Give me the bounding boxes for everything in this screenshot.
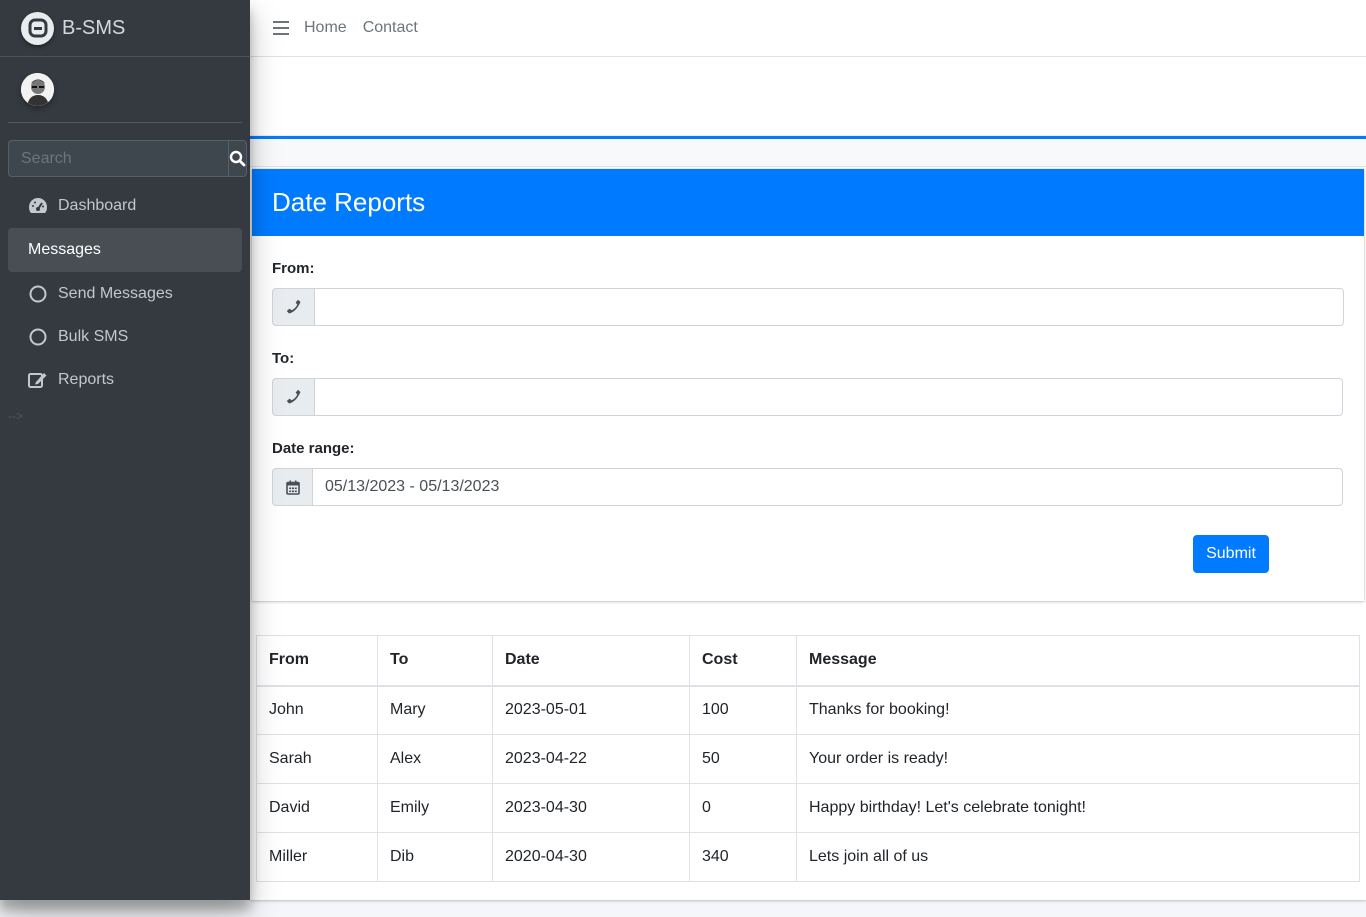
- to-label: To:: [272, 350, 295, 367]
- sidebar-item-dashboard[interactable]: Dashboard: [8, 184, 242, 228]
- cell-from: Miller: [256, 832, 378, 882]
- content-header: [250, 57, 1366, 137]
- sidebar-item-send-messages[interactable]: Send Messages: [8, 272, 242, 315]
- user-panel: [8, 57, 242, 123]
- nav-link-contact[interactable]: Contact: [363, 19, 418, 37]
- cell-to: Dib: [377, 832, 493, 882]
- nav-link-home[interactable]: Home: [304, 19, 347, 37]
- table-row: Miller Dib 2020-04-30 340 Lets join all …: [256, 832, 1360, 882]
- to-input-group: [272, 378, 1343, 416]
- date-range-label: Date range:: [272, 440, 355, 457]
- form-title: Date Reports: [252, 169, 1364, 236]
- report-card: Date Reports From: To: Date range: 05/13…: [250, 136, 1366, 900]
- column-header-date: Date: [492, 635, 690, 687]
- cell-to: Mary: [377, 685, 493, 735]
- circle-icon: [27, 283, 49, 305]
- cell-from: Sarah: [256, 734, 378, 784]
- column-header-cost: Cost: [689, 635, 797, 687]
- cell-message: Lets join all of us: [796, 832, 1360, 882]
- search-input[interactable]: [8, 140, 228, 177]
- column-header-to: To: [377, 635, 493, 687]
- sidebar-item-bulk-sms[interactable]: Bulk SMS: [8, 315, 242, 358]
- brand-link[interactable]: B-SMS: [0, 0, 250, 57]
- table-header-row: From To Date Cost Message: [256, 635, 1360, 687]
- dashboard-gauge-icon: [27, 195, 49, 217]
- cell-date: 2020-04-30: [492, 832, 690, 882]
- cell-from: John: [256, 685, 378, 735]
- column-header-message: Message: [796, 635, 1360, 687]
- cell-message: Thanks for booking!: [796, 685, 1360, 735]
- cell-cost: 340: [689, 832, 797, 882]
- stray-text: -->: [8, 409, 23, 423]
- sidebar-item-messages[interactable]: Messages: [8, 228, 242, 272]
- cell-to: Emily: [377, 783, 493, 833]
- sidebar-search: [8, 140, 247, 177]
- cell-message: Happy birthday! Let's celebrate tonight!: [796, 783, 1360, 833]
- sidebar-item-label: Bulk SMS: [58, 327, 129, 345]
- calendar-icon: [272, 468, 312, 506]
- sidebar-item-label: Dashboard: [58, 197, 137, 214]
- report-table-wrapper: From To Date Cost Message John Mary 2023…: [256, 635, 1360, 882]
- hamburger-menu-icon[interactable]: [273, 21, 289, 35]
- edit-icon: [27, 369, 49, 391]
- top-navbar: Home Contact: [250, 0, 1366, 57]
- card-header-strip: [250, 139, 1366, 167]
- submit-button[interactable]: Submit: [1193, 535, 1269, 573]
- sidebar-nav: Dashboard Messages Send Messages Bulk SM…: [0, 184, 250, 401]
- phone-icon: [272, 378, 314, 416]
- search-button[interactable]: [228, 140, 247, 177]
- cell-to: Alex: [377, 734, 493, 784]
- cell-from: David: [256, 783, 378, 833]
- sidebar-item-label: Reports: [58, 370, 115, 388]
- date-range-field[interactable]: [312, 468, 1343, 506]
- from-field[interactable]: [314, 288, 1344, 326]
- user-avatar[interactable]: [21, 73, 54, 106]
- circle-icon: [27, 326, 49, 348]
- table-row: John Mary 2023-05-01 100 Thanks for book…: [256, 685, 1360, 735]
- sidebar-item-reports[interactable]: Reports: [8, 358, 242, 401]
- phone-icon: [272, 288, 314, 326]
- cell-message: Your order is ready!: [796, 734, 1360, 784]
- brand-logo-icon: [21, 11, 54, 45]
- cell-cost: 0: [689, 783, 797, 833]
- brand-name: B-SMS: [62, 16, 126, 39]
- table-row: David Emily 2023-04-30 0 Happy birthday!…: [256, 783, 1360, 833]
- cell-date: 2023-05-01: [492, 685, 690, 735]
- column-header-from: From: [256, 635, 378, 687]
- from-input-group: [272, 288, 1344, 326]
- report-table: From To Date Cost Message John Mary 2023…: [256, 635, 1360, 882]
- date-range-input-group: [272, 468, 1343, 506]
- cell-date: 2023-04-30: [492, 783, 690, 833]
- to-field[interactable]: [314, 378, 1343, 416]
- sidebar-item-label: Send Messages: [58, 284, 173, 302]
- table-row: Sarah Alex 2023-04-22 50 Your order is r…: [256, 734, 1360, 784]
- search-icon: [229, 150, 246, 167]
- cell-cost: 50: [689, 734, 797, 784]
- sidebar-item-label: Messages: [28, 241, 101, 258]
- from-label: From:: [272, 260, 315, 277]
- main-sidebar: B-SMS Search Dashboard Messages Send Mes…: [0, 0, 250, 900]
- cell-cost: 100: [689, 685, 797, 735]
- cell-date: 2023-04-22: [492, 734, 690, 784]
- date-report-form-card: Date Reports From: To: Date range: 05/13…: [252, 169, 1364, 601]
- form-body: From: To: Date range:: [252, 260, 1364, 506]
